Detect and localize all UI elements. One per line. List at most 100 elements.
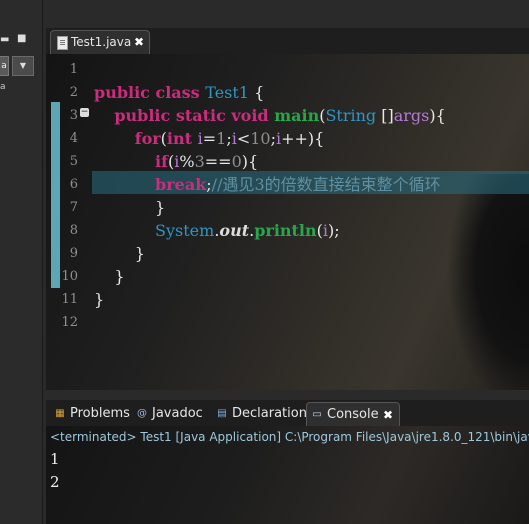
code-text: for(int i=1;i<10;i++){ bbox=[94, 127, 325, 150]
line-number: 9 bbox=[69, 246, 78, 261]
tab-label: Test1.java bbox=[71, 35, 132, 49]
line-number: 8 bbox=[69, 223, 78, 238]
code-token: 10 bbox=[250, 129, 271, 148]
code-token: break bbox=[155, 175, 207, 194]
code-text: } bbox=[94, 265, 124, 288]
minimize-icon[interactable]: ▬ bbox=[0, 34, 9, 45]
close-icon[interactable]: ✖ bbox=[134, 31, 144, 53]
code-line: 9 } bbox=[46, 242, 529, 265]
chevron-down-icon[interactable]: ▼ bbox=[12, 56, 34, 76]
code-token: int bbox=[166, 129, 198, 148]
code-token: args bbox=[393, 106, 430, 125]
line-number: 2 bbox=[69, 85, 78, 100]
code-text: } bbox=[94, 242, 145, 265]
tab-console[interactable]: ▭ Console ✖ bbox=[306, 402, 400, 426]
code-text: public class Test1 { bbox=[94, 81, 264, 104]
code-line: 4 for(int i=1;i<10;i++){ bbox=[46, 127, 529, 150]
console-icon: ▭ bbox=[312, 409, 322, 420]
left-side-panel: ▬ ■ a ▼ a bbox=[0, 0, 43, 524]
java-file-icon bbox=[57, 36, 68, 50]
tab-test1-java[interactable]: Test1.java ✖ bbox=[50, 30, 150, 54]
code-line: 2 public class Test1 { bbox=[46, 81, 529, 104]
tab-problems[interactable]: ▦ Problems bbox=[50, 402, 130, 426]
tab-label: Problems bbox=[70, 406, 130, 421]
console-status: <terminated> Test1 [Java Application] C:… bbox=[50, 430, 529, 444]
javadoc-icon: @ bbox=[137, 408, 147, 419]
code-token: 1 bbox=[216, 129, 227, 148]
code-token: out bbox=[219, 221, 250, 240]
code-token: void bbox=[231, 106, 275, 125]
code-token: [] bbox=[381, 106, 394, 125]
code-token: Test1 bbox=[205, 83, 249, 102]
code-token: ++ bbox=[281, 129, 308, 148]
code-token: } bbox=[94, 198, 166, 217]
problems-icon: ▦ bbox=[55, 408, 65, 419]
code-text: System.out.println(i); bbox=[94, 219, 340, 242]
code-token: String bbox=[325, 106, 382, 125]
code-token: ){ bbox=[429, 106, 446, 125]
code-token: 0 bbox=[231, 152, 242, 171]
code-token: System bbox=[155, 221, 215, 240]
code-token: static bbox=[175, 106, 232, 125]
editor-tab-bar: Test1.java ✖ bbox=[46, 28, 529, 54]
bottom-panel-tab-bar: ▦ Problems @ Javadoc ▤ Declaration ▭ Console ✖ bbox=[46, 400, 529, 426]
code-line: 10 } bbox=[46, 265, 529, 288]
code-editor[interactable]: − 1 2 public class Test1 {3 public static … bbox=[46, 54, 529, 390]
code-line: 3 public static void main(String []args)… bbox=[46, 104, 529, 127]
code-token: } bbox=[94, 244, 145, 263]
maximize-icon[interactable]: ■ bbox=[17, 33, 26, 44]
code-token: % bbox=[179, 152, 195, 171]
code-token: ); bbox=[328, 221, 340, 240]
line-number: 10 bbox=[61, 269, 78, 284]
line-number: 5 bbox=[69, 154, 78, 169]
code-token: println bbox=[254, 221, 317, 240]
code-token: public bbox=[94, 83, 156, 102]
tab-label: Declaration bbox=[232, 406, 307, 421]
line-number: 1 bbox=[69, 62, 78, 77]
code-text: if(i%3==0){ bbox=[94, 150, 258, 173]
code-token: 3 bbox=[194, 152, 205, 171]
code-line: 6 break;//遇见3的倍数直接结束整个循环 bbox=[46, 173, 529, 196]
code-line: 11} bbox=[46, 288, 529, 311]
code-token: } bbox=[94, 290, 105, 309]
truncated-label: a bbox=[0, 82, 6, 92]
collapsed-field[interactable]: a bbox=[0, 56, 9, 76]
tab-declaration[interactable]: ▤ Declaration bbox=[212, 402, 307, 426]
code-token: if bbox=[155, 152, 168, 171]
code-line: 1 bbox=[46, 58, 529, 81]
code-token: == bbox=[204, 152, 232, 171]
line-number: 3 bbox=[69, 108, 78, 123]
code-line: 8 System.out.println(i); bbox=[46, 219, 529, 242]
console-view[interactable]: <terminated> Test1 [Java Application] C:… bbox=[46, 426, 529, 524]
code-token: { bbox=[248, 83, 265, 102]
code-token: for bbox=[134, 129, 161, 148]
code-line: 12 bbox=[46, 311, 529, 334]
tab-label: Javadoc bbox=[152, 406, 203, 421]
code-line: 5 if(i%3==0){ bbox=[46, 150, 529, 173]
tab-javadoc[interactable]: @ Javadoc bbox=[132, 402, 206, 426]
code-token: main bbox=[274, 106, 320, 125]
code-token: public bbox=[114, 106, 176, 125]
console-output-line: 2 bbox=[50, 473, 60, 491]
code-token: = bbox=[202, 129, 217, 148]
code-text: } bbox=[94, 288, 104, 311]
line-number: 11 bbox=[61, 292, 78, 307]
line-number: 4 bbox=[69, 131, 78, 146]
close-icon[interactable]: ✖ bbox=[383, 403, 393, 427]
code-line: 7 } bbox=[46, 196, 529, 219]
code-text: break;//遇见3的倍数直接结束整个循环 bbox=[94, 173, 441, 196]
code-token: ){ bbox=[307, 129, 325, 148]
declaration-icon: ▤ bbox=[217, 408, 227, 419]
line-number: 6 bbox=[69, 177, 78, 192]
code-token: ){ bbox=[241, 152, 259, 171]
code-token: < bbox=[236, 129, 251, 148]
line-number: 7 bbox=[69, 200, 78, 215]
tab-label: Console bbox=[327, 407, 379, 422]
line-number: 12 bbox=[61, 315, 78, 330]
code-token: //遇见3的倍数直接结束整个循环 bbox=[211, 175, 441, 194]
